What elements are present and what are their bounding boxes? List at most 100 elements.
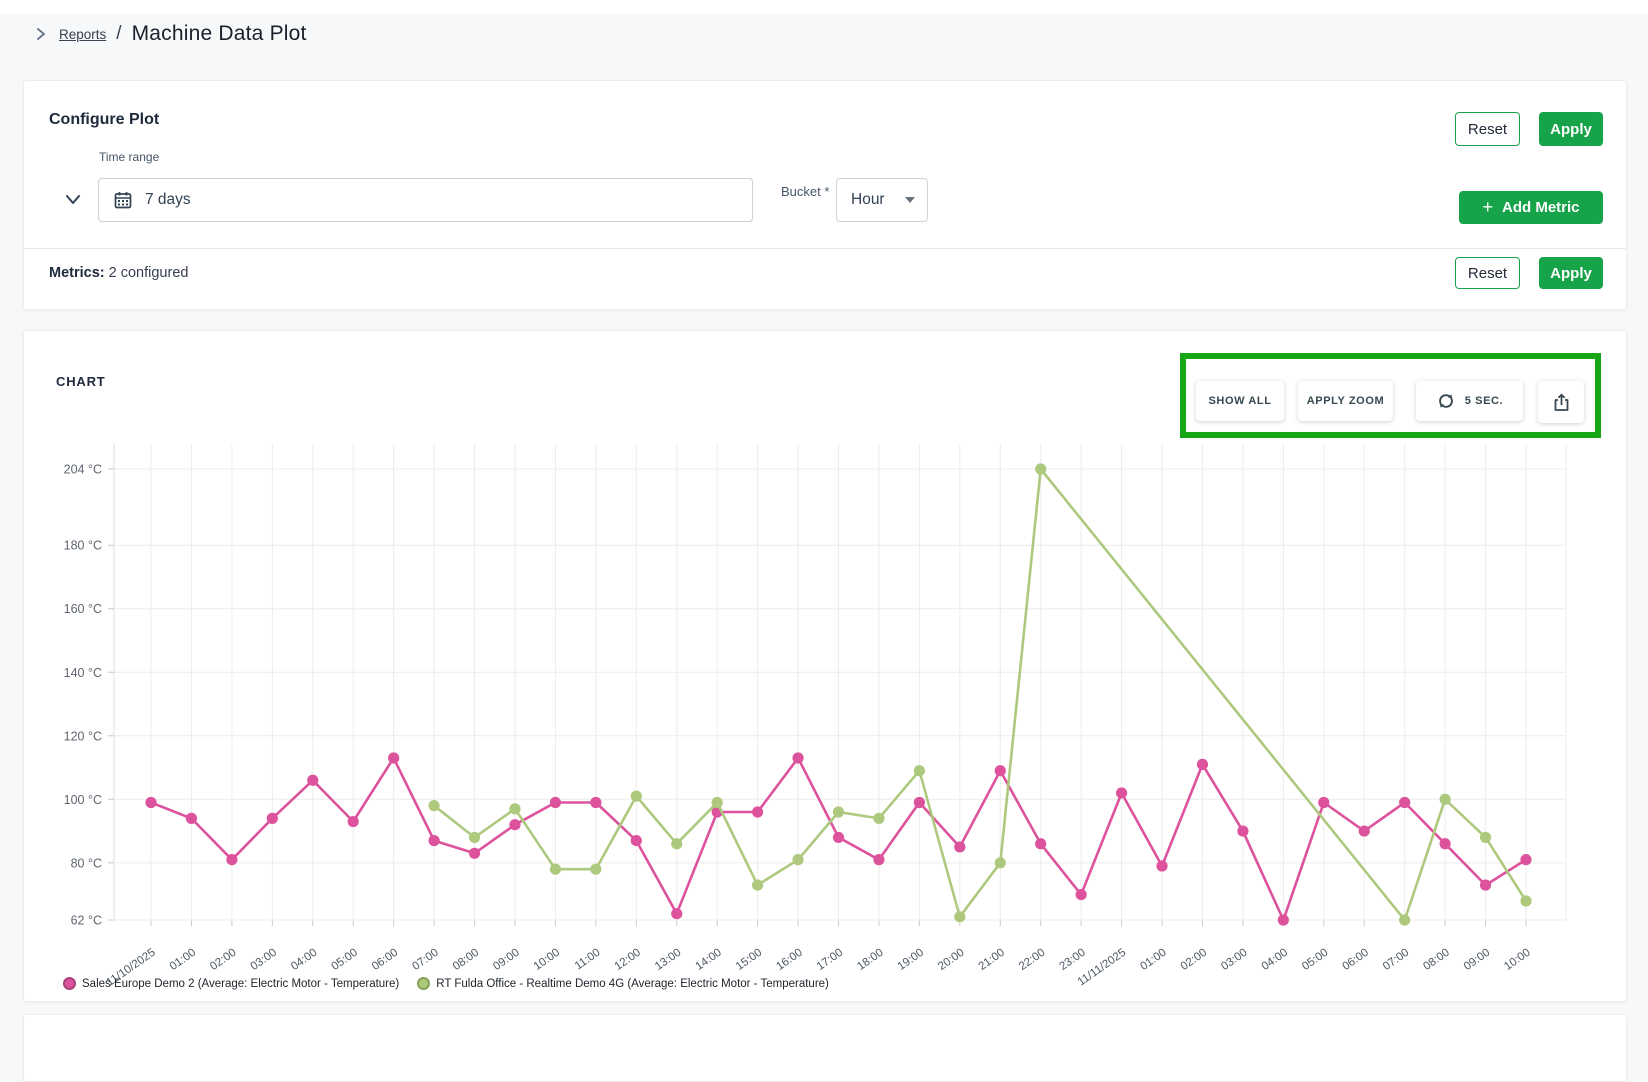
collapse-section-chevron-icon[interactable] — [61, 187, 85, 211]
data-point — [1520, 854, 1531, 865]
y-axis-tick-label: 160 °C — [64, 602, 102, 616]
data-point — [590, 864, 601, 875]
y-axis-tick-label: 100 °C — [64, 793, 102, 807]
x-axis-tick-label: 20:00 — [936, 947, 966, 973]
data-point — [1035, 463, 1046, 474]
x-axis-tick-label: 05:00 — [1300, 947, 1330, 973]
series-1 — [428, 463, 1531, 925]
data-point — [590, 797, 601, 808]
x-axis-tick-label: 03:00 — [249, 947, 279, 973]
data-point — [671, 838, 682, 849]
x-axis-tick-label: 05:00 — [329, 947, 359, 973]
x-axis-tick-label: 03:00 — [1219, 947, 1249, 973]
time-range-label: Time range — [99, 150, 159, 164]
data-point — [954, 841, 965, 852]
data-point — [792, 854, 803, 865]
data-point — [833, 806, 844, 817]
data-point — [469, 848, 480, 859]
data-point — [1520, 895, 1531, 906]
data-point — [226, 854, 237, 865]
data-point — [1035, 838, 1046, 849]
data-point — [792, 752, 803, 763]
configure-apply-button[interactable]: Apply — [1539, 112, 1603, 146]
chart-legend: Sales Europe Demo 2 (Average: Electric M… — [63, 977, 829, 990]
data-point — [833, 832, 844, 843]
data-point — [1480, 832, 1491, 843]
x-axis-tick-label: 15:00 — [734, 947, 764, 973]
x-axis-tick-label: 17:00 — [815, 947, 845, 973]
data-point — [186, 813, 197, 824]
series-line — [434, 469, 1526, 920]
data-point — [671, 908, 682, 919]
breadcrumb-separator: / — [116, 23, 121, 45]
refresh-icon — [1436, 391, 1456, 411]
x-axis-tick-label: 01:00 — [168, 947, 198, 973]
data-point — [307, 775, 318, 786]
plus-icon: + — [1482, 198, 1493, 216]
bucket-label: Bucket * — [781, 184, 833, 199]
bucket-value: Hour — [851, 191, 885, 209]
apply-zoom-button[interactable]: APPLY ZOOM — [1298, 381, 1393, 421]
data-point — [1399, 797, 1410, 808]
data-point — [1197, 759, 1208, 770]
data-point — [145, 797, 156, 808]
chevron-right-icon — [33, 26, 49, 42]
refresh-interval-button[interactable]: 5 SEC. — [1416, 381, 1523, 421]
x-axis-tick-label: 06:00 — [370, 947, 400, 973]
x-axis-tick-label: 01:00 — [1138, 947, 1168, 973]
legend-color-dot — [63, 977, 76, 990]
breadcrumb-reports-link[interactable]: Reports — [59, 27, 106, 42]
data-point — [1076, 889, 1087, 900]
x-axis-tick-label: 04:00 — [289, 947, 319, 973]
x-axis-tick-label: 21:00 — [977, 947, 1007, 973]
y-axis-tick-label: 80 °C — [71, 856, 102, 870]
metrics-reset-button[interactable]: Reset — [1455, 257, 1520, 289]
data-point — [469, 832, 480, 843]
data-point — [995, 857, 1006, 868]
data-point — [267, 813, 278, 824]
x-axis-tick-label: 23:00 — [1057, 947, 1087, 973]
y-axis-tick-label: 180 °C — [64, 539, 102, 553]
data-point — [1116, 787, 1127, 798]
x-axis-tick-label: 16:00 — [774, 947, 804, 973]
data-point — [428, 800, 439, 811]
data-point — [348, 816, 359, 827]
time-range-input[interactable]: 7 days — [98, 178, 753, 222]
data-point — [712, 797, 723, 808]
y-axis-tick-label: 120 °C — [64, 729, 102, 743]
x-axis-tick-label: 12:00 — [613, 947, 643, 973]
metrics-label: Metrics: — [49, 265, 105, 281]
data-point — [509, 803, 520, 814]
data-point — [1318, 797, 1329, 808]
add-metric-label: Add Metric — [1502, 199, 1580, 216]
data-point — [752, 879, 763, 890]
data-point — [1399, 914, 1410, 925]
x-axis-tick-label: 06:00 — [1340, 947, 1370, 973]
chart-card: CHART SHOW ALL APPLY ZOOM 5 SEC. 62 °C80… — [23, 330, 1627, 1002]
show-all-button[interactable]: SHOW ALL — [1196, 381, 1284, 421]
metrics-count: 2 configured — [109, 265, 189, 281]
data-point — [1359, 825, 1370, 836]
legend-item: Sales Europe Demo 2 (Average: Electric M… — [63, 977, 399, 990]
data-point — [752, 806, 763, 817]
configure-reset-button[interactable]: Reset — [1455, 112, 1520, 146]
export-icon — [1551, 392, 1572, 413]
x-axis-tick-label: 07:00 — [1381, 947, 1411, 973]
data-point — [388, 752, 399, 763]
data-point — [428, 835, 439, 846]
data-point — [509, 819, 520, 830]
data-point — [873, 854, 884, 865]
x-axis-tick-label: 09:00 — [1462, 947, 1492, 973]
x-axis-tick-label: 08:00 — [1421, 947, 1451, 973]
add-metric-button[interactable]: + Add Metric — [1459, 191, 1603, 224]
metrics-apply-button[interactable]: Apply — [1539, 257, 1603, 289]
chart-gridlines: 62 °C80 °C100 °C120 °C140 °C160 °C180 °C… — [64, 444, 1566, 928]
data-point — [995, 765, 1006, 776]
export-button[interactable] — [1538, 381, 1584, 423]
y-axis-tick-label: 204 °C — [64, 463, 102, 477]
bucket-select[interactable]: Hour — [836, 178, 928, 222]
y-axis-tick-label: 140 °C — [64, 666, 102, 680]
x-axis-tick-label: 08:00 — [451, 947, 481, 973]
breadcrumb: Reports / Machine Data Plot — [33, 22, 307, 46]
data-point — [550, 797, 561, 808]
